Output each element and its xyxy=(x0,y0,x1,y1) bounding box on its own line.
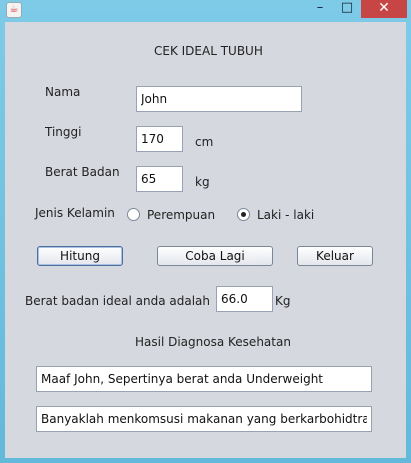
nama-label: Nama xyxy=(45,85,81,99)
tinggi-unit: cm xyxy=(195,135,214,149)
nama-input[interactable] xyxy=(136,86,302,112)
diagnosa-field-2[interactable] xyxy=(36,406,372,432)
close-button[interactable]: ✕ xyxy=(361,0,407,18)
minimize-button[interactable]: – xyxy=(307,0,333,18)
ideal-weight-field[interactable] xyxy=(216,286,273,312)
form-panel: CEK IDEAL TUBUH Nama Tinggi cm Berat Bad… xyxy=(5,22,406,458)
ideal-weight-label: Berat badan ideal anda adalah xyxy=(25,294,210,308)
tinggi-label: Tinggi xyxy=(45,125,82,139)
radio-laki-laki[interactable] xyxy=(237,208,250,221)
radio-perempuan-label[interactable]: Perempuan xyxy=(147,208,215,222)
title-bar[interactable]: ☕ – □ ✕ xyxy=(0,0,411,22)
gender-label: Jenis Kelamin xyxy=(35,206,115,220)
berat-label: Berat Badan xyxy=(45,165,120,179)
diagnosa-field-1[interactable] xyxy=(36,366,372,392)
keluar-button[interactable]: Keluar xyxy=(297,246,373,266)
tinggi-input[interactable] xyxy=(136,126,183,152)
berat-unit: kg xyxy=(195,175,210,189)
java-icon: ☕ xyxy=(6,2,22,18)
radio-perempuan[interactable] xyxy=(127,208,140,221)
berat-input[interactable] xyxy=(136,166,183,192)
page-title: CEK IDEAL TUBUH xyxy=(154,44,263,58)
maximize-button[interactable]: □ xyxy=(334,0,360,18)
radio-laki-laki-label[interactable]: Laki - laki xyxy=(257,208,314,222)
ideal-weight-unit: Kg xyxy=(275,294,291,308)
diagnosa-title: Hasil Diagnosa Kesehatan xyxy=(135,335,291,349)
coba-lagi-button[interactable]: Coba Lagi xyxy=(157,246,273,266)
window-frame: ☕ – □ ✕ CEK IDEAL TUBUH Nama Tinggi cm B… xyxy=(0,0,411,463)
hitung-button[interactable]: Hitung xyxy=(37,246,123,266)
